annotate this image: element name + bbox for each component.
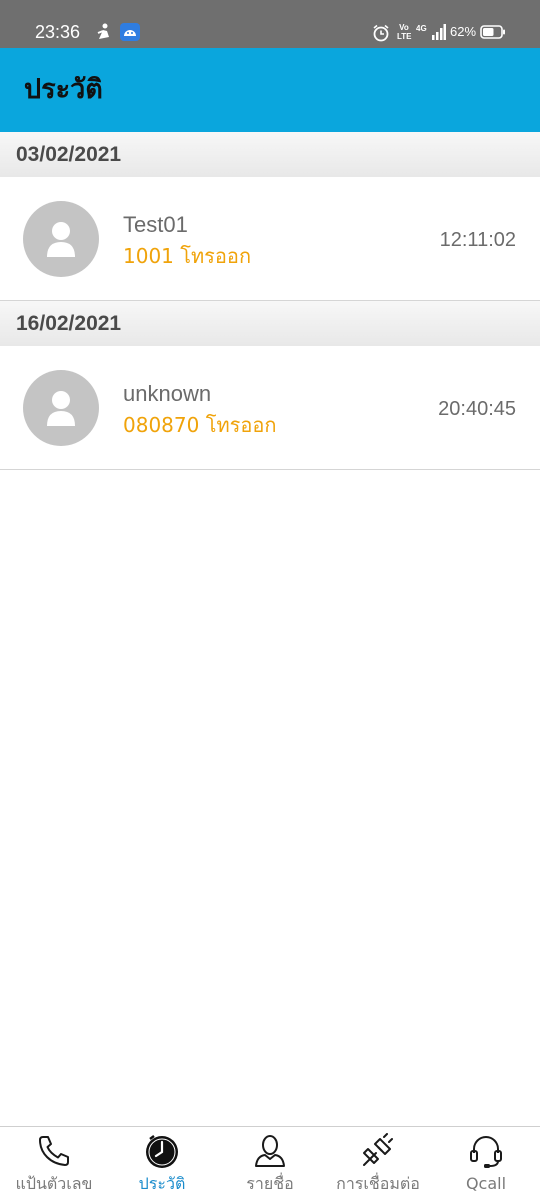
nav-label: การเชื่อมต่อ [336,1174,420,1193]
volte-indicator: Vo LTE [397,23,412,41]
nav-item-connection[interactable]: การเชื่อมต่อ [324,1127,432,1201]
nav-item-keypad[interactable]: แป้นตัวเลข [0,1127,108,1201]
signal-icon: 4G [416,24,446,40]
contact-name: Test01 [123,212,188,237]
default-avatar-icon [47,391,75,426]
battery-percent: 62% [450,24,477,39]
call-history-row[interactable]: Test01 1001 โทรออก 12:11:02 [0,177,540,301]
battery-icon [480,25,505,39]
date-label: 03/02/2021 [16,143,122,166]
nav-label: Qcall [465,1174,507,1193]
person-icon [255,1135,285,1167]
nav-label: แป้นตัวเลข [15,1174,93,1193]
call-time: 12:11:02 [439,229,516,251]
svg-text:4G: 4G [416,24,427,33]
contact-name: unknown [123,381,212,406]
nav-label: รายชื่อ [246,1174,294,1193]
date-header: 16/02/2021 [0,301,540,346]
default-avatar-icon [47,222,75,257]
bottom-navigation: แป้นตัวเลข ประวัติ รายชื่อ การเชื่อมต่อ [0,1126,540,1201]
avatar [23,370,99,446]
status-bar: 23:36 Vo LTE 4G 62% [0,0,540,48]
date-header: 03/02/2021 [0,132,540,177]
call-detail: 080870 โทรออก [123,413,277,437]
call-time: 20:40:45 [438,398,516,420]
nav-item-history[interactable]: ประวัติ [108,1127,216,1201]
alarm-icon [373,24,389,42]
nav-label: ประวัติ [138,1174,186,1193]
avatar [23,201,99,277]
app-header: ประวัติ [0,48,540,132]
clock-icon [146,1135,178,1168]
status-time: 23:36 [35,22,81,42]
headset-icon [470,1136,502,1168]
call-history-row[interactable]: unknown 080870 โทรออก 20:40:45 [0,346,540,470]
nav-item-contacts[interactable]: รายชื่อ [216,1127,324,1201]
page-title: ประวัติ [24,74,103,105]
notification-figure-icon [97,23,109,39]
phone-icon [39,1136,69,1166]
date-label: 16/02/2021 [16,312,122,335]
android-app-icon [120,23,140,41]
plug-icon [363,1133,393,1166]
call-detail: 1001 โทรออก [123,244,252,268]
nav-item-qcall[interactable]: Qcall [432,1127,540,1201]
